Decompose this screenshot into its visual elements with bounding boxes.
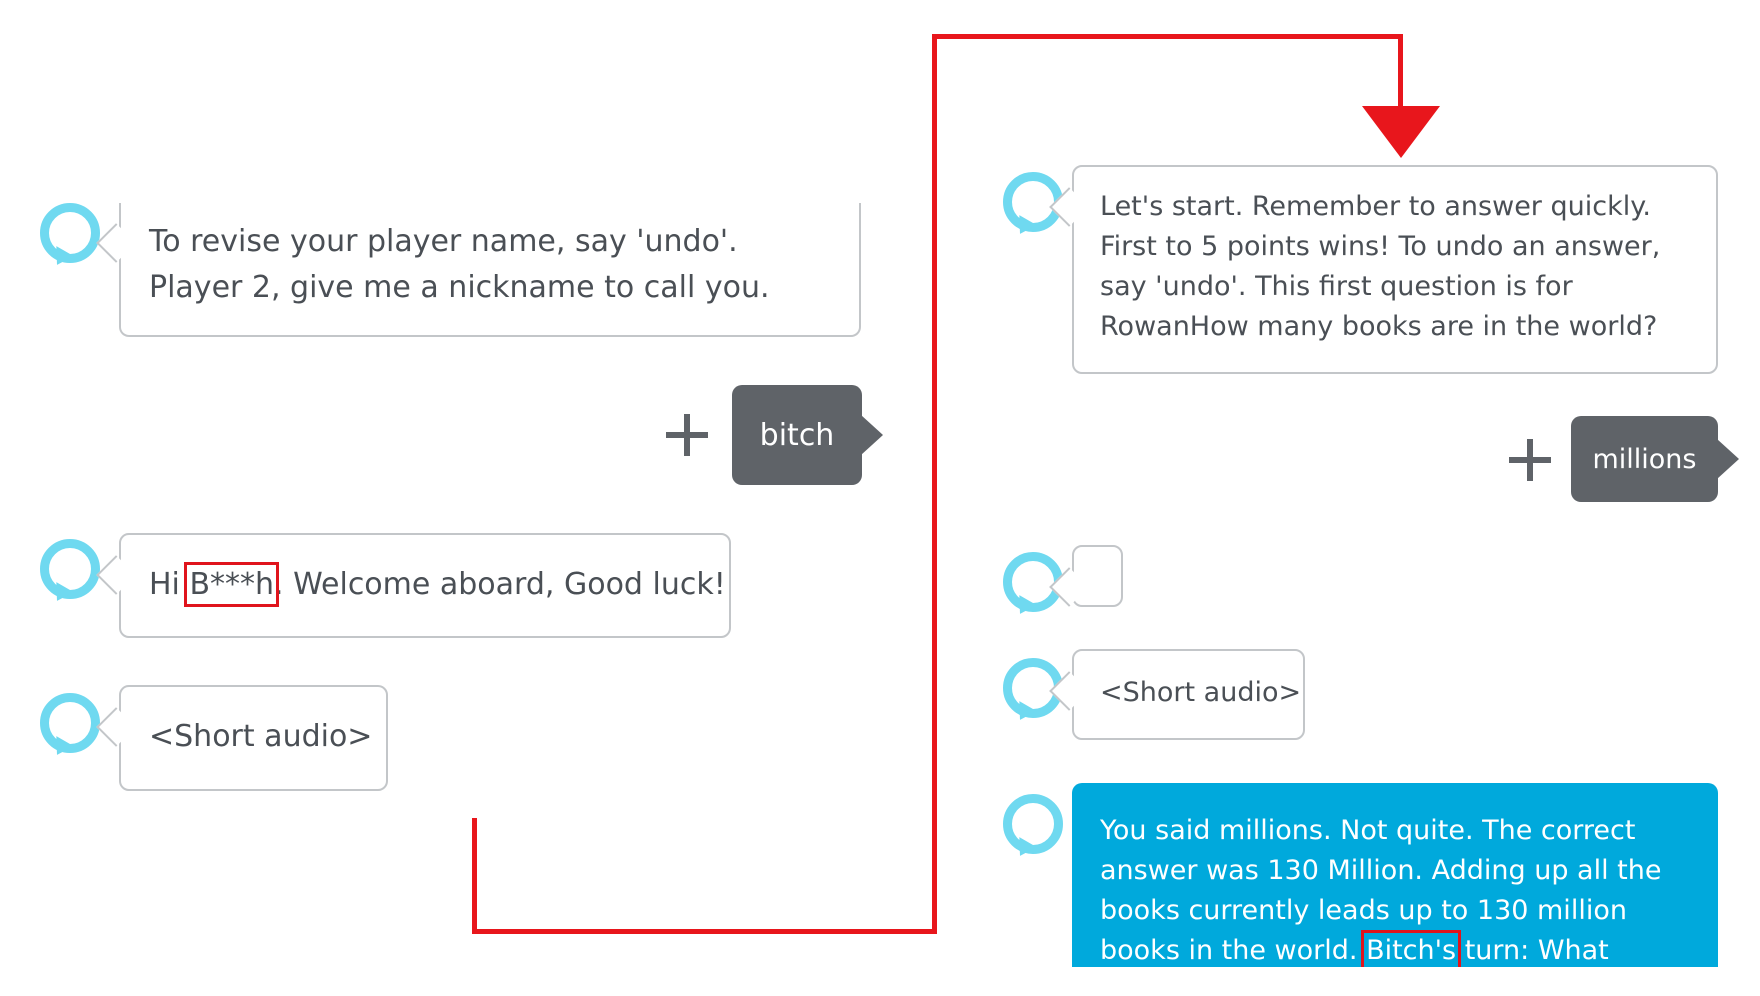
flow-line-right-vertical [1398,34,1403,108]
alexa-avatar-icon [40,203,100,263]
user-utterance-bubble: bitch [732,385,883,485]
alexa-avatar-icon [40,539,100,599]
alexa-message-bubble: Hi B***h. Welcome aboard, Good luck! [119,533,731,638]
alexa-message-text: Let's start. Remember to answer quickly.… [1100,191,1661,342]
alexa-message-text-suffix: . Welcome aboard, Good luck! [274,567,726,602]
alexa-audio-text: <Short audio> [1100,677,1302,708]
flow-arrow-icon [1362,106,1440,158]
alexa-audio-bubble: <Short audio> [1072,649,1305,740]
alexa-avatar-icon [40,693,100,753]
flow-line-bottom-vertical [472,818,477,934]
flow-line-middle-vertical [932,34,937,934]
flow-line-top-horizontal [932,34,1403,39]
plus-icon[interactable] [1509,439,1551,481]
highlighted-nickname: B***h [184,562,280,607]
alexa-audio-bubble: <Short audio> [119,685,388,791]
user-utterance-text: bitch [759,417,835,453]
user-utterance-text: millions [1592,443,1697,475]
alexa-response-bubble: You said millions. Not quite. The correc… [1072,783,1718,967]
highlighted-nickname: Bitch's [1361,930,1462,967]
plus-icon[interactable] [666,414,708,456]
flow-line-bottom-horizontal [472,929,937,934]
alexa-message-bubble: Let's start. Remember to answer quickly.… [1072,165,1718,374]
user-utterance-bubble: millions [1571,416,1739,502]
alexa-audio-text: <Short audio> [149,719,373,754]
alexa-avatar-icon [1003,794,1063,854]
alexa-message-text-prefix: Hi [149,567,190,602]
alexa-message-bubble: To revise your player name, say 'undo'. … [119,203,861,337]
alexa-message-text: To revise your player name, say 'undo'. … [149,224,770,305]
alexa-empty-bubble [1072,545,1123,607]
